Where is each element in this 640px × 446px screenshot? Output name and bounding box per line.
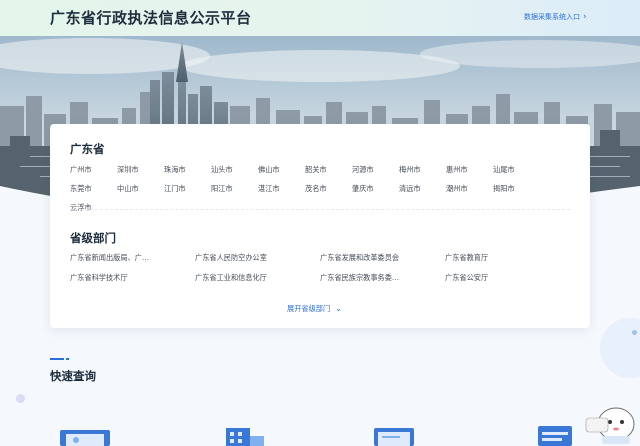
- city-link-heyuan[interactable]: 河源市: [352, 165, 399, 175]
- city-link-yunfu[interactable]: 云浮市: [70, 203, 117, 213]
- city-link-shaoguan[interactable]: 韶关市: [305, 165, 352, 175]
- expand-label[interactable]: 展开省级部门: [287, 304, 330, 313]
- city-link-yangjiang[interactable]: 阳江市: [211, 184, 258, 194]
- city-list: 广州市 深圳市 珠海市 汕头市 佛山市 韶关市 河源市 梅州市 惠州市 汕尾市 …: [70, 165, 570, 213]
- dept-link[interactable]: 广东省教育厅: [445, 253, 537, 263]
- city-link-huizhou[interactable]: 惠州市: [446, 165, 493, 175]
- mascot-assistant-icon[interactable]: [584, 398, 638, 446]
- data-entry-link[interactable]: 数据采集系统入口 ›: [524, 12, 587, 22]
- region-selector-card: 广东省 广州市 深圳市 珠海市 汕头市 佛山市 韶关市 河源市 梅州市 惠州市 …: [50, 124, 590, 328]
- decor-dot: [632, 330, 637, 335]
- city-link-meizhou[interactable]: 梅州市: [399, 165, 446, 175]
- city-link-dongguan[interactable]: 东莞市: [70, 184, 117, 194]
- city-link-qingyuan[interactable]: 清远市: [399, 184, 446, 194]
- chevron-down-icon: ⌄: [335, 304, 342, 313]
- dept-link[interactable]: 广东省工业和信息化厅: [195, 273, 287, 283]
- city-link-guangzhou[interactable]: 广州市: [70, 165, 117, 175]
- city-link-shanwei[interactable]: 汕尾市: [493, 165, 540, 175]
- chevron-right-icon: ›: [583, 12, 587, 22]
- quick-query-accent: [50, 358, 64, 360]
- city-link-chaozhou[interactable]: 潮州市: [446, 184, 493, 194]
- dept-link[interactable]: 广东省公安厅: [445, 273, 537, 283]
- dept-link[interactable]: 广东省新闻出版局、广…: [70, 253, 162, 263]
- dept-link[interactable]: 广东省民族宗教事务委…: [320, 273, 412, 283]
- building-icon[interactable]: [220, 420, 270, 446]
- quick-query-accent: [66, 358, 69, 360]
- decor-dot: [16, 394, 25, 403]
- city-link-zhaoqing[interactable]: 肇庆市: [352, 184, 399, 194]
- folder-icon[interactable]: [532, 420, 580, 446]
- city-link-shenzhen[interactable]: 深圳市: [117, 165, 164, 175]
- city-link-zhanjiang[interactable]: 湛江市: [258, 184, 305, 194]
- section-divider: [70, 209, 570, 210]
- city-link-maoming[interactable]: 茂名市: [305, 184, 352, 194]
- quick-query-tile-icon[interactable]: [56, 424, 116, 446]
- quick-query-title: 快速查询: [50, 369, 96, 383]
- city-link-shantou[interactable]: 汕头市: [211, 165, 258, 175]
- city-link-zhongshan[interactable]: 中山市: [117, 184, 164, 194]
- city-link-zhuhai[interactable]: 珠海市: [164, 165, 211, 175]
- document-icon[interactable]: [370, 424, 420, 446]
- site-title: 广东省行政执法信息公示平台: [50, 9, 252, 27]
- departments-title: 省级部门: [70, 231, 116, 245]
- dept-link[interactable]: 广东省科学技术厅: [70, 273, 162, 283]
- province-title: 广东省: [70, 142, 105, 156]
- city-link-jiangmen[interactable]: 江门市: [164, 184, 211, 194]
- dept-link[interactable]: 广东省人民防空办公室: [195, 253, 287, 263]
- decor-bubble: [600, 318, 640, 378]
- entry-link-label[interactable]: 数据采集系统入口: [524, 13, 580, 21]
- expand-departments-button[interactable]: 展开省级部门 ⌄: [287, 304, 342, 314]
- city-link-foshan[interactable]: 佛山市: [258, 165, 305, 175]
- top-header: 广东省行政执法信息公示平台 数据采集系统入口 ›: [0, 0, 640, 37]
- dept-link[interactable]: 广东省发展和改革委员会: [320, 253, 430, 263]
- department-list: 广东省新闻出版局、广… 广东省人民防空办公室 广东省发展和改革委员会 广东省教育…: [70, 253, 570, 283]
- city-link-jieyang[interactable]: 揭阳市: [493, 184, 540, 194]
